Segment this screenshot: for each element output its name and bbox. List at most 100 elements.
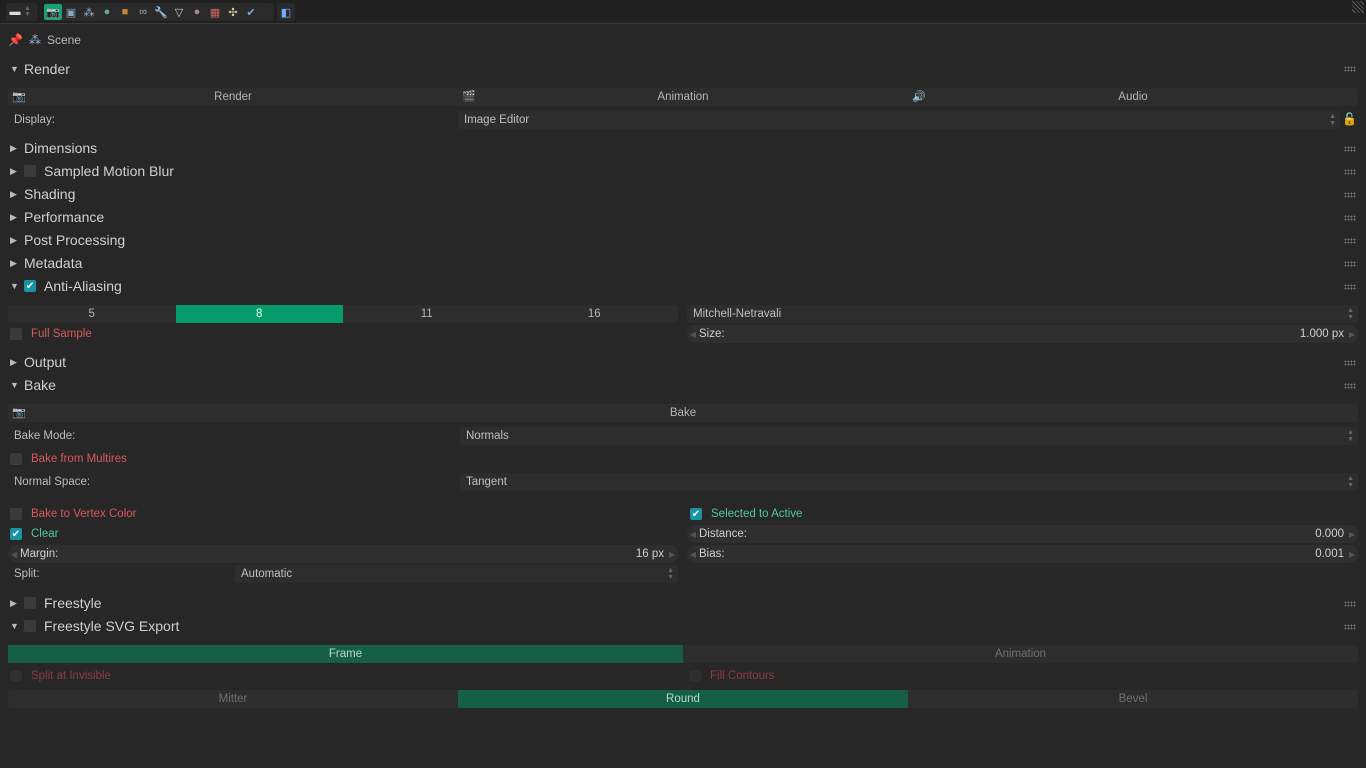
physics-icon[interactable]: ✔ <box>242 4 260 20</box>
render-layers-icon[interactable]: ▣ <box>62 4 80 20</box>
panel-header-anti-aliasing[interactable]: ▼ ✔ Anti-Aliasing <box>10 276 122 296</box>
pin-icon[interactable]: 📌 <box>8 33 23 47</box>
panel-header-metadata[interactable]: ▶ Metadata <box>10 253 82 273</box>
drag-grip-icon[interactable] <box>1344 238 1356 244</box>
join-mitter[interactable]: Mitter <box>8 690 458 708</box>
audio-button[interactable]: 🔊 Audio <box>908 88 1358 106</box>
panel-enable-checkbox[interactable] <box>24 620 36 632</box>
drag-grip-icon[interactable] <box>1344 261 1356 267</box>
panel-title: Post Processing <box>24 232 126 248</box>
decrement-arrow-icon[interactable]: ◀ <box>8 550 20 559</box>
object-data-mesh-icon[interactable]: ▽ <box>170 4 188 20</box>
svg-mode-frame[interactable]: Frame <box>8 645 683 663</box>
panel-header-post-processing[interactable]: ▶ Post Processing <box>10 230 125 250</box>
selected-to-active-checkbox[interactable]: ✔ Selected to Active <box>690 505 802 523</box>
panel-title: Shading <box>24 186 76 202</box>
drag-grip-icon[interactable] <box>1344 146 1356 152</box>
decrement-arrow-icon[interactable]: ◀ <box>687 330 699 339</box>
panel-header-bake[interactable]: ▼ Bake <box>10 375 56 395</box>
panel-title: Output <box>24 354 67 370</box>
world-icon[interactable]: ● <box>98 4 116 20</box>
increment-arrow-icon[interactable]: ▶ <box>1346 550 1358 559</box>
drag-grip-icon[interactable] <box>1344 284 1356 290</box>
aa-sample-5[interactable]: 5 <box>8 305 176 323</box>
checkbox-label: Bake from Multires <box>31 453 127 465</box>
collapsed-triangle-icon: ▶ <box>10 257 17 268</box>
full-sample-checkbox[interactable]: Full Sample <box>10 325 92 343</box>
drag-grip-icon[interactable] <box>1344 360 1356 366</box>
texture-icon[interactable]: ▦ <box>206 4 224 20</box>
drag-grip-icon[interactable] <box>1344 383 1356 389</box>
split-at-invisible-checkbox[interactable]: Split at Invisible <box>10 667 111 685</box>
material-icon[interactable]: ● <box>188 4 206 20</box>
display-dropdown[interactable]: Image Editor ▲ ▼ <box>458 111 1340 129</box>
increment-arrow-icon[interactable]: ▶ <box>1346 330 1358 339</box>
panel-title: Performance <box>24 209 105 225</box>
panel-header-freestyle-svg-export[interactable]: ▼ Freestyle SVG Export <box>10 616 179 636</box>
aa-size-field[interactable]: ◀ Size: 1.000 px ▶ <box>687 325 1358 343</box>
panel-enable-checkbox[interactable] <box>24 597 36 609</box>
checkbox-box <box>10 670 22 682</box>
properties-editor-icon: ▬ <box>9 6 21 18</box>
drag-grip-icon[interactable] <box>1344 624 1356 630</box>
aa-sample-16[interactable]: 16 <box>511 305 679 323</box>
panel-header-freestyle[interactable]: ▶ Freestyle <box>10 593 102 613</box>
normal-space-dropdown[interactable]: Tangent ▲ ▼ <box>460 473 1358 491</box>
aa-sample-8[interactable]: 8 <box>175 305 343 323</box>
aa-sample-11[interactable]: 11 <box>343 305 511 323</box>
fill-contours-checkbox[interactable]: Fill Contours <box>689 667 775 685</box>
editor-type-selector[interactable]: ▬ ▲ ▼ <box>6 3 37 21</box>
overlap-toggle[interactable]: ◧ <box>277 3 295 21</box>
drag-grip-icon[interactable] <box>1344 169 1356 175</box>
panel-header-output[interactable]: ▶ Output <box>10 352 66 372</box>
distance-field[interactable]: ◀ Distance: 0.000 ▶ <box>687 525 1358 543</box>
collapsed-triangle-icon: ▶ <box>10 356 17 367</box>
join-round[interactable]: Round <box>458 690 908 708</box>
area-resize-corner[interactable] <box>1352 1 1364 13</box>
object-icon[interactable]: ■ <box>116 4 134 20</box>
aa-filter-dropdown[interactable]: Mitchell-Netravali ▲ ▼ <box>687 305 1358 323</box>
constraints-icon[interactable]: ∞ <box>134 4 152 20</box>
scene-icon[interactable]: ⁂ <box>80 4 98 20</box>
editor-header: ▬ ▲ ▼ 📷 ▣ ⁂ ● ■ ∞ 🔧 ▽ ● ▦ ✣ ✔ ◧ <box>0 0 1366 24</box>
particles-icon[interactable]: ✣ <box>224 4 242 20</box>
lock-icon[interactable]: 🔓 <box>1342 112 1357 126</box>
join-label: Round <box>666 693 700 705</box>
panel-title: Freestyle <box>44 595 102 611</box>
render-button-label: Render <box>214 91 252 103</box>
panel-header-render[interactable]: ▼ Render <box>10 59 70 79</box>
panel-header-shading[interactable]: ▶ Shading <box>10 184 75 204</box>
drag-grip-icon[interactable] <box>1344 601 1356 607</box>
render-button[interactable]: 📷 Render <box>8 88 458 106</box>
bake-to-vertex-color-checkbox[interactable]: Bake to Vertex Color <box>10 505 136 523</box>
margin-field[interactable]: ◀ Margin: 16 px ▶ <box>8 545 678 563</box>
drag-grip-icon[interactable] <box>1344 66 1356 72</box>
panel-enable-checkbox[interactable] <box>24 165 36 177</box>
svg-mode-animation[interactable]: Animation <box>683 645 1358 663</box>
panel-header-sampled-motion-blur[interactable]: ▶ Sampled Motion Blur <box>10 161 174 181</box>
increment-arrow-icon[interactable]: ▶ <box>1346 530 1358 539</box>
split-dropdown[interactable]: Automatic ▲ ▼ <box>235 565 678 583</box>
drag-grip-icon[interactable] <box>1344 192 1356 198</box>
bake-button[interactable]: 📷 Bake <box>8 404 1358 422</box>
modifiers-wrench-icon[interactable]: 🔧 <box>152 4 170 20</box>
decrement-arrow-icon[interactable]: ◀ <box>687 530 699 539</box>
join-bevel[interactable]: Bevel <box>908 690 1358 708</box>
panel-title: Bake <box>24 377 56 393</box>
increment-arrow-icon[interactable]: ▶ <box>666 550 678 559</box>
panel-enable-checkbox[interactable]: ✔ <box>24 280 36 292</box>
render-camera-icon[interactable]: 📷 <box>44 4 62 20</box>
bake-mode-dropdown[interactable]: Normals ▲ ▼ <box>460 427 1358 445</box>
panel-header-dimensions[interactable]: ▶ Dimensions <box>10 138 97 158</box>
panel-header-performance[interactable]: ▶ Performance <box>10 207 104 227</box>
bias-field[interactable]: ◀ Bias: 0.001 ▶ <box>687 545 1358 563</box>
decrement-arrow-icon[interactable]: ◀ <box>687 550 699 559</box>
drag-grip-icon[interactable] <box>1344 215 1356 221</box>
sample-label: 5 <box>88 308 95 320</box>
bake-from-multires-checkbox[interactable]: Bake from Multires <box>10 450 127 468</box>
clear-checkbox[interactable]: ✔ Clear <box>10 525 58 543</box>
animation-button[interactable]: 🎬 Animation <box>458 88 908 106</box>
collapsed-triangle-icon: ▶ <box>10 188 17 199</box>
join-label: Mitter <box>218 693 248 705</box>
size-label: Size: <box>699 328 725 340</box>
